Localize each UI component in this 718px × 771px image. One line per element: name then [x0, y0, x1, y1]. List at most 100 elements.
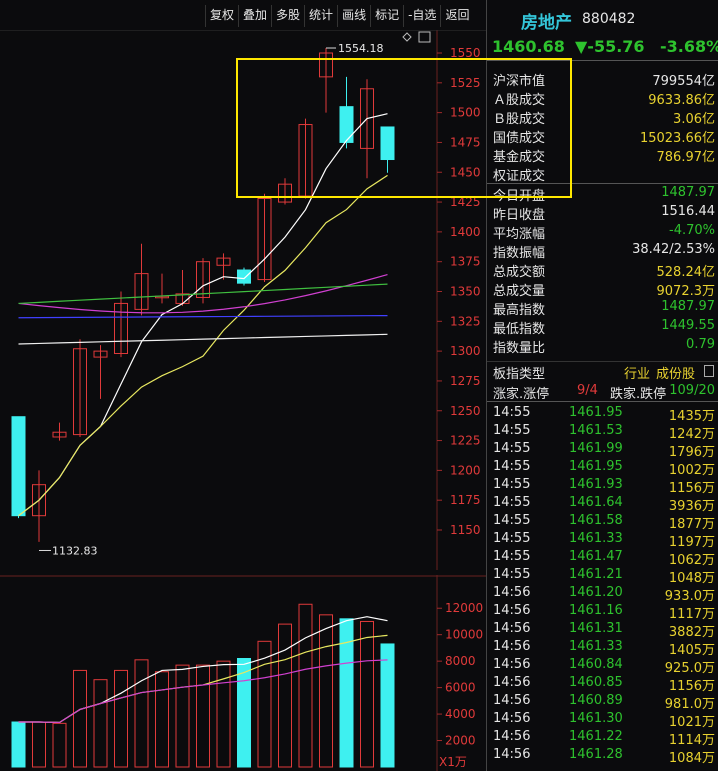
stat-row-9: 指数振幅 38.42/2.53% — [487, 241, 718, 261]
ma120-line — [18, 333, 388, 345]
board-box-icon[interactable] — [704, 365, 714, 377]
tick-price: 1460.89 — [569, 693, 623, 708]
high-annotation: 1554.18 — [338, 42, 384, 55]
stat-value: -4.70% — [669, 223, 715, 238]
toolbar-btn-3[interactable]: 统计 — [304, 5, 337, 27]
stat-value: 1449.55 — [661, 318, 715, 333]
stat-label: 指数量比 — [493, 341, 546, 356]
stat-value: 1487.97 — [661, 185, 715, 200]
ma10-line — [18, 174, 388, 517]
price-tick-label: 1150 — [450, 523, 481, 537]
price-tick-label: 1250 — [450, 404, 481, 418]
tick-price: 1461.33 — [569, 639, 623, 654]
advance-decline-row: 涨家.涨停 9/4 跌家.跌停 109/20 — [487, 381, 718, 402]
toolbar-btn-7[interactable]: 返回 — [440, 5, 473, 27]
tick-time: 14:55 — [493, 459, 531, 474]
stat-row-11: 总成交量 9072.3万 — [487, 279, 718, 299]
tick-row: 14:56 1461.16 1117万 — [487, 602, 718, 622]
board-type-row: 板指类型 行业 成份股 — [487, 361, 718, 382]
stat-value: 38.42/2.53% — [632, 242, 715, 257]
tick-price: 1461.22 — [569, 729, 623, 744]
price-tick-label: 1300 — [450, 344, 481, 358]
board-type-value[interactable]: 行业 — [624, 363, 650, 382]
tick-price: 1461.53 — [569, 423, 623, 438]
tick-time: 14:56 — [493, 747, 531, 762]
volume-bar — [319, 614, 333, 768]
price-tick-label: 1350 — [450, 285, 481, 299]
price-tick-label: 1275 — [450, 374, 481, 388]
tick-row: 14:55 1461.21 1048万 — [487, 566, 718, 586]
stat-value: 0.79 — [686, 337, 715, 352]
tick-row: 14:55 1461.95 1002万 — [487, 458, 718, 478]
tick-time: 14:55 — [493, 567, 531, 582]
tick-row: 14:55 1461.99 1796万 — [487, 440, 718, 460]
stat-label: 最低指数 — [493, 322, 546, 337]
tick-time: 14:56 — [493, 639, 531, 654]
tick-row: 14:56 1461.31 3882万 — [487, 620, 718, 640]
volume-unit: X1万 — [439, 755, 467, 769]
stat-value: 528.24亿 — [656, 265, 716, 280]
toolbar-btn-1[interactable]: 叠加 — [238, 5, 271, 27]
index-name[interactable]: 房地产 — [521, 8, 572, 33]
tick-row: 14:55 1461.93 1156万 — [487, 476, 718, 496]
toolbar-btn-6[interactable]: -自选 — [403, 5, 440, 27]
tick-time: 14:55 — [493, 423, 531, 438]
diamond-icon — [402, 32, 412, 42]
tick-time: 14:56 — [493, 711, 531, 726]
tick-time: 14:55 — [493, 405, 531, 420]
tick-time: 14:56 — [493, 657, 531, 672]
volume-bar — [175, 664, 190, 768]
tick-price: 1461.64 — [569, 495, 623, 510]
current-price: 1460.68 — [492, 37, 565, 56]
constituents-link[interactable]: 成份股 — [656, 363, 695, 382]
tick-row: 14:56 1461.28 1084万 — [487, 746, 718, 766]
tick-time: 14:56 — [493, 729, 531, 744]
tick-time: 14:56 — [493, 621, 531, 636]
tick-price: 1460.84 — [569, 657, 623, 672]
volume-bar — [32, 721, 46, 768]
toolbar-btn-2[interactable]: 多股 — [271, 5, 304, 27]
tick-price: 1461.93 — [569, 477, 623, 492]
tick-price: 1461.31 — [569, 621, 623, 636]
toolbar-btn-5[interactable]: 标记 — [370, 5, 403, 27]
tick-list[interactable]: 14:55 1461.95 1435万 14:55 1461.53 1242万 14:55 1… — [487, 404, 718, 766]
decline-value: 109/20 — [669, 383, 715, 398]
volume-tick-label: 10000 — [445, 628, 483, 642]
tick-time: 14:55 — [493, 495, 531, 510]
toolbar-btn-4[interactable]: 画线 — [337, 5, 370, 27]
stat-value: 3.06亿 — [673, 112, 715, 127]
tick-row: 14:55 1461.33 1197万 — [487, 530, 718, 550]
stat-label: 总成交额 — [493, 265, 546, 280]
volume-chart[interactable]: 12000 10000 8000 6000 4000 2000 X1万 — [0, 575, 486, 771]
tick-row: 14:55 1461.64 3936万 — [487, 494, 718, 514]
volume-tick-label: 2000 — [445, 734, 476, 748]
stat-label: 平均涨幅 — [493, 227, 546, 242]
stat-row-10: 总成交额 528.24亿 — [487, 260, 718, 280]
stat-value: 799554亿 — [652, 74, 715, 89]
stat-row-7: 昨日收盘 1516.44 — [487, 203, 718, 223]
toolbar-btn-0[interactable]: 复权 — [205, 5, 238, 27]
tick-price: 1461.20 — [569, 585, 623, 600]
stat-value: 1487.97 — [661, 299, 715, 314]
stat-value: 9072.3万 — [656, 284, 716, 299]
stat-label: 指数振幅 — [493, 246, 546, 261]
low-annotation: 1132.83 — [52, 544, 98, 557]
volume-tick-label: 4000 — [445, 707, 476, 721]
tick-price: 1461.28 — [569, 747, 623, 762]
volume-tick-label: 12000 — [445, 601, 483, 615]
tick-row: 14:55 1461.58 1877万 — [487, 512, 718, 532]
tick-row: 14:56 1461.20 933.0万 — [487, 584, 718, 604]
volume-bar — [360, 620, 374, 768]
stat-value: 9633.86亿 — [648, 93, 715, 108]
panel-toggle-icon — [418, 31, 431, 43]
advance-value: 9/4 — [577, 383, 598, 398]
index-code: 880482 — [582, 11, 636, 27]
price-tick-label: 1375 — [450, 255, 481, 269]
tick-price: 1461.47 — [569, 549, 623, 564]
advance-label: 涨家.涨停 — [493, 387, 550, 402]
price-tick-label: 1400 — [450, 225, 481, 239]
decline-label: 跌家.跌停 — [610, 387, 667, 402]
tick-price: 1461.33 — [569, 531, 623, 546]
tick-price: 1460.85 — [569, 675, 623, 690]
volume-bar — [380, 643, 395, 768]
